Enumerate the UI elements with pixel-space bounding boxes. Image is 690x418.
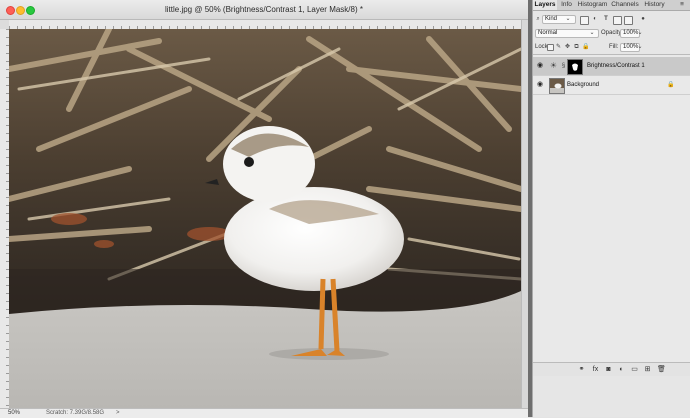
layer-style-icon[interactable]: fx	[591, 365, 600, 374]
scratch-info[interactable]: Scratch: 7.39G/8.58G	[46, 410, 104, 417]
lock-all-icon[interactable]: 🔒	[582, 43, 589, 51]
mask-shape	[572, 63, 578, 71]
link-icon[interactable]: §	[561, 62, 566, 70]
bird-photo	[9, 29, 521, 408]
shape-filter-icon[interactable]	[613, 16, 622, 25]
new-layer-icon[interactable]: ⊞	[643, 365, 652, 374]
document-titlebar[interactable]: little.jpg @ 50% (Brightness/Contrast 1,…	[0, 0, 528, 20]
fill-label: Fill:	[609, 44, 619, 50]
ruler-corner[interactable]	[0, 20, 9, 29]
lock-artboard-icon[interactable]: ⧉	[573, 43, 580, 51]
chevron-down-icon: ⌄	[565, 16, 571, 22]
lock-transparent-icon[interactable]	[547, 44, 554, 51]
lock-paint-icon[interactable]: ✎	[555, 43, 562, 51]
adjustment-layer-icon: ☀	[549, 61, 558, 70]
blend-row: Normal ⌄ Opacity: 100% ⌄	[533, 28, 690, 39]
chevron-down-icon[interactable]: ⌄	[637, 43, 643, 51]
thumb-image	[550, 83, 564, 93]
image-canvas[interactable]	[9, 29, 521, 408]
smart-object-filter-icon[interactable]	[624, 16, 633, 25]
panel-menu-icon[interactable]: ≡	[675, 0, 689, 10]
document-title: little.jpg @ 50% (Brightness/Contrast 1,…	[165, 5, 363, 14]
type-filter-icon[interactable]: T	[602, 15, 610, 23]
add-mask-icon[interactable]: ◙	[604, 365, 613, 374]
new-group-icon[interactable]: ▭	[630, 365, 639, 374]
layer-mask-thumbnail[interactable]	[567, 59, 583, 75]
chevron-down-icon: ⌄	[589, 30, 595, 36]
adjustment-filter-icon[interactable]: ◐	[591, 15, 599, 23]
tab-history[interactable]: History	[641, 0, 668, 10]
status-menu-arrow[interactable]: >	[116, 410, 120, 417]
tab-layers[interactable]: Layers	[533, 0, 557, 10]
layer-name[interactable]: Background	[567, 81, 599, 89]
tab-histogram[interactable]: Histogram	[576, 0, 609, 10]
layers-panel: Layers Info Histogram Channels History ≡…	[532, 0, 690, 417]
image-filter-icon[interactable]	[580, 16, 589, 25]
tab-info[interactable]: Info	[558, 0, 575, 10]
layer-row-brightness-contrast[interactable]: ◉ ☀ § Brightness/Contrast 1	[533, 57, 690, 76]
tab-channels[interactable]: Channels	[610, 0, 640, 10]
link-layers-icon[interactable]: ⚭	[577, 365, 586, 374]
lock-move-icon[interactable]: ✥	[564, 43, 571, 51]
background-thumbnail[interactable]	[549, 78, 565, 94]
lock-row: Lock: ✎ ✥ ⧉ 🔒 Fill: 100% ⌄	[533, 42, 690, 53]
chevron-down-icon[interactable]: ⌄	[637, 29, 643, 37]
visibility-eye-icon[interactable]: ◉	[536, 62, 544, 70]
search-icon: ⌕	[536, 16, 540, 22]
visibility-eye-icon[interactable]: ◉	[536, 81, 544, 89]
zoom-level[interactable]: 50%	[8, 410, 34, 417]
layers-bottom-bar: ⚭ fx ◙ ◐ ▭ ⊞ 🗑	[533, 362, 690, 376]
layer-row-background[interactable]: ◉ Background 🔒	[533, 76, 690, 95]
delete-layer-icon[interactable]: 🗑	[657, 365, 666, 374]
filter-toggle-icon[interactable]: ●	[639, 15, 647, 23]
document-window: little.jpg @ 50% (Brightness/Contrast 1,…	[0, 0, 529, 418]
filter-row: ⌕ Kind ⌄ ◐ T ●	[533, 13, 690, 25]
panel-tabs: Layers Info Histogram Channels History ≡	[533, 0, 690, 11]
layers-list: ◉ ☀ § Brightness/Contrast 1 ◉ Background…	[533, 54, 690, 363]
new-adjustment-icon[interactable]: ◐	[617, 365, 626, 374]
lock-icon: 🔒	[667, 82, 675, 88]
layer-name[interactable]: Brightness/Contrast 1	[587, 62, 645, 70]
